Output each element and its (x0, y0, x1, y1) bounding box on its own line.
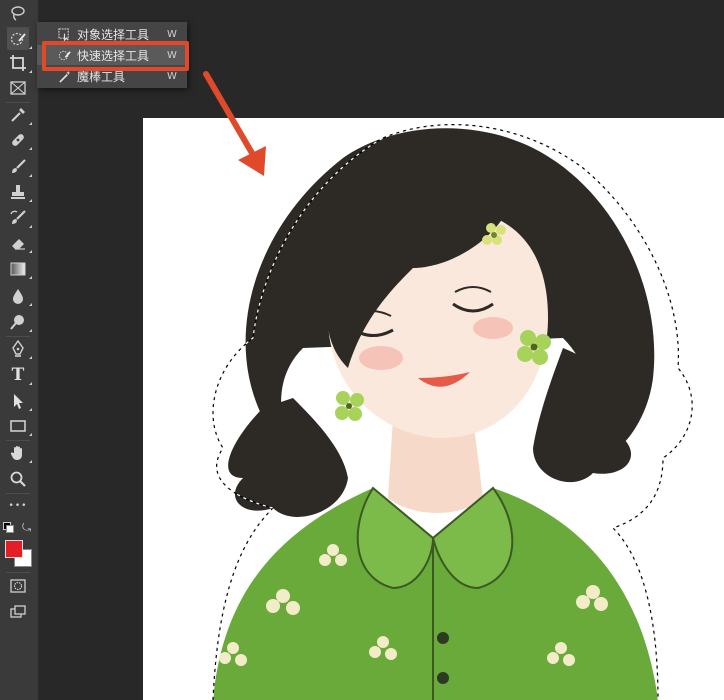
annotation-highlight-box (42, 41, 189, 71)
eraser-tool[interactable] (7, 232, 32, 254)
pen-tool[interactable] (7, 338, 32, 360)
zoom-icon (10, 471, 26, 487)
quick-selection-icon (10, 32, 26, 46)
pen-icon (12, 340, 24, 357)
more-tools[interactable]: ••• (7, 495, 29, 517)
gradient-icon (10, 262, 26, 276)
brush-tool[interactable] (7, 156, 32, 178)
dodge-icon (10, 315, 24, 330)
bandage-icon (12, 134, 24, 146)
history-brush-icon (10, 210, 26, 224)
hand-icon (10, 446, 22, 460)
quick-selection-tool[interactable] (7, 28, 32, 50)
swap-colors-icon[interactable]: ⤿ (22, 521, 31, 535)
quick-mask-tool[interactable] (7, 575, 29, 597)
magic-wand-icon (57, 69, 71, 83)
hand-tool[interactable] (7, 442, 32, 464)
rectangle-tool[interactable] (7, 415, 32, 437)
ellipsis-icon: ••• (8, 501, 28, 511)
flyout-item-shortcut: W (167, 28, 177, 40)
object-selection-icon (57, 27, 71, 41)
rectangle-icon (10, 420, 26, 432)
stamp-icon (11, 185, 25, 199)
frame-tool[interactable] (7, 77, 29, 99)
eyedropper-tool[interactable] (7, 104, 32, 126)
drop-icon (13, 289, 23, 304)
crop-tool[interactable] (7, 52, 32, 74)
foreground-color-swatch[interactable] (5, 540, 23, 558)
frame-icon (10, 81, 26, 95)
flyout-item-shortcut: W (167, 70, 177, 82)
type-tool[interactable]: T (7, 364, 32, 386)
crop-icon (10, 55, 26, 71)
document-canvas[interactable] (143, 118, 724, 700)
history-brush-tool[interactable] (7, 207, 32, 229)
default-colors-icon[interactable] (3, 522, 14, 533)
lasso-tool[interactable] (7, 2, 29, 24)
type-icon: T (11, 365, 25, 385)
eraser-icon (12, 239, 25, 250)
gradient-tool[interactable] (7, 258, 32, 280)
quick-mask-icon (10, 579, 26, 593)
path-selection-tool[interactable] (7, 390, 32, 412)
flyout-item-label: 对象选择工具 (77, 27, 150, 42)
blur-tool[interactable] (7, 285, 32, 307)
eyedropper-icon (11, 108, 25, 122)
arrow-icon (14, 394, 23, 409)
girl-illustration (212, 124, 693, 700)
screen-mode-icon (10, 605, 26, 618)
clone-stamp-tool[interactable] (7, 181, 32, 203)
zoom-tool[interactable] (7, 468, 29, 490)
tools-panel: T ••• ⤿ (0, 0, 39, 700)
healing-brush-tool[interactable] (7, 129, 32, 151)
brush-icon (12, 159, 26, 173)
dodge-tool[interactable] (7, 311, 32, 333)
lasso-icon (11, 6, 25, 21)
screen-mode-tool[interactable] (7, 601, 29, 623)
